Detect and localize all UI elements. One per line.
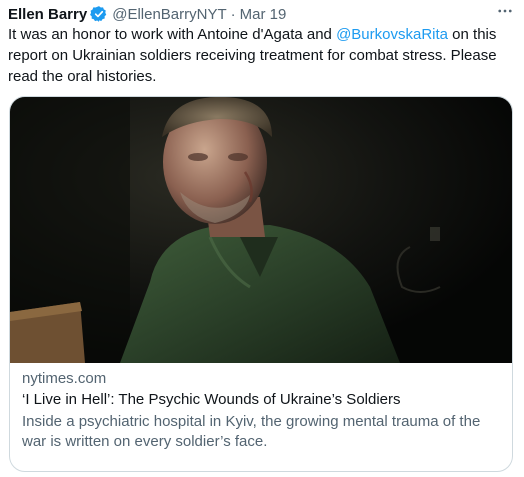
card-title: ‘I Live in Hell’: The Psychic Wounds of …	[22, 391, 401, 408]
card-info: nytimes.com ‘I Live in Hell’: The Psychi…	[22, 369, 502, 452]
author-name[interactable]: Ellen Barry	[8, 6, 87, 23]
tweet-date[interactable]: Mar 19	[240, 6, 287, 23]
tweet-text: It was an honor to work with Antoine d'A…	[8, 24, 513, 87]
card-domain: nytimes.com	[22, 370, 107, 387]
link-preview-card[interactable]: nytimes.com ‘I Live in Hell’: The Psychi…	[9, 96, 513, 472]
separator-dot: ·	[230, 5, 236, 23]
more-options-icon[interactable]	[494, 0, 516, 22]
card-description: Inside a psychiatric hospital in Kyiv, t…	[22, 413, 481, 450]
author-handle[interactable]: @EllenBarryNYT	[112, 6, 226, 23]
tweet-header: Ellen Barry @EllenBarryNYT · Mar 19	[8, 3, 516, 25]
card-photo	[10, 97, 512, 363]
tweet: Ellen Barry @EllenBarryNYT · Mar 19 It w…	[0, 0, 524, 477]
tweet-text-part-1: It was an honor to work with Antoine d'A…	[8, 26, 337, 43]
verified-badge-icon	[90, 5, 108, 23]
mention-link[interactable]: @BurkovskaRita	[336, 26, 448, 43]
